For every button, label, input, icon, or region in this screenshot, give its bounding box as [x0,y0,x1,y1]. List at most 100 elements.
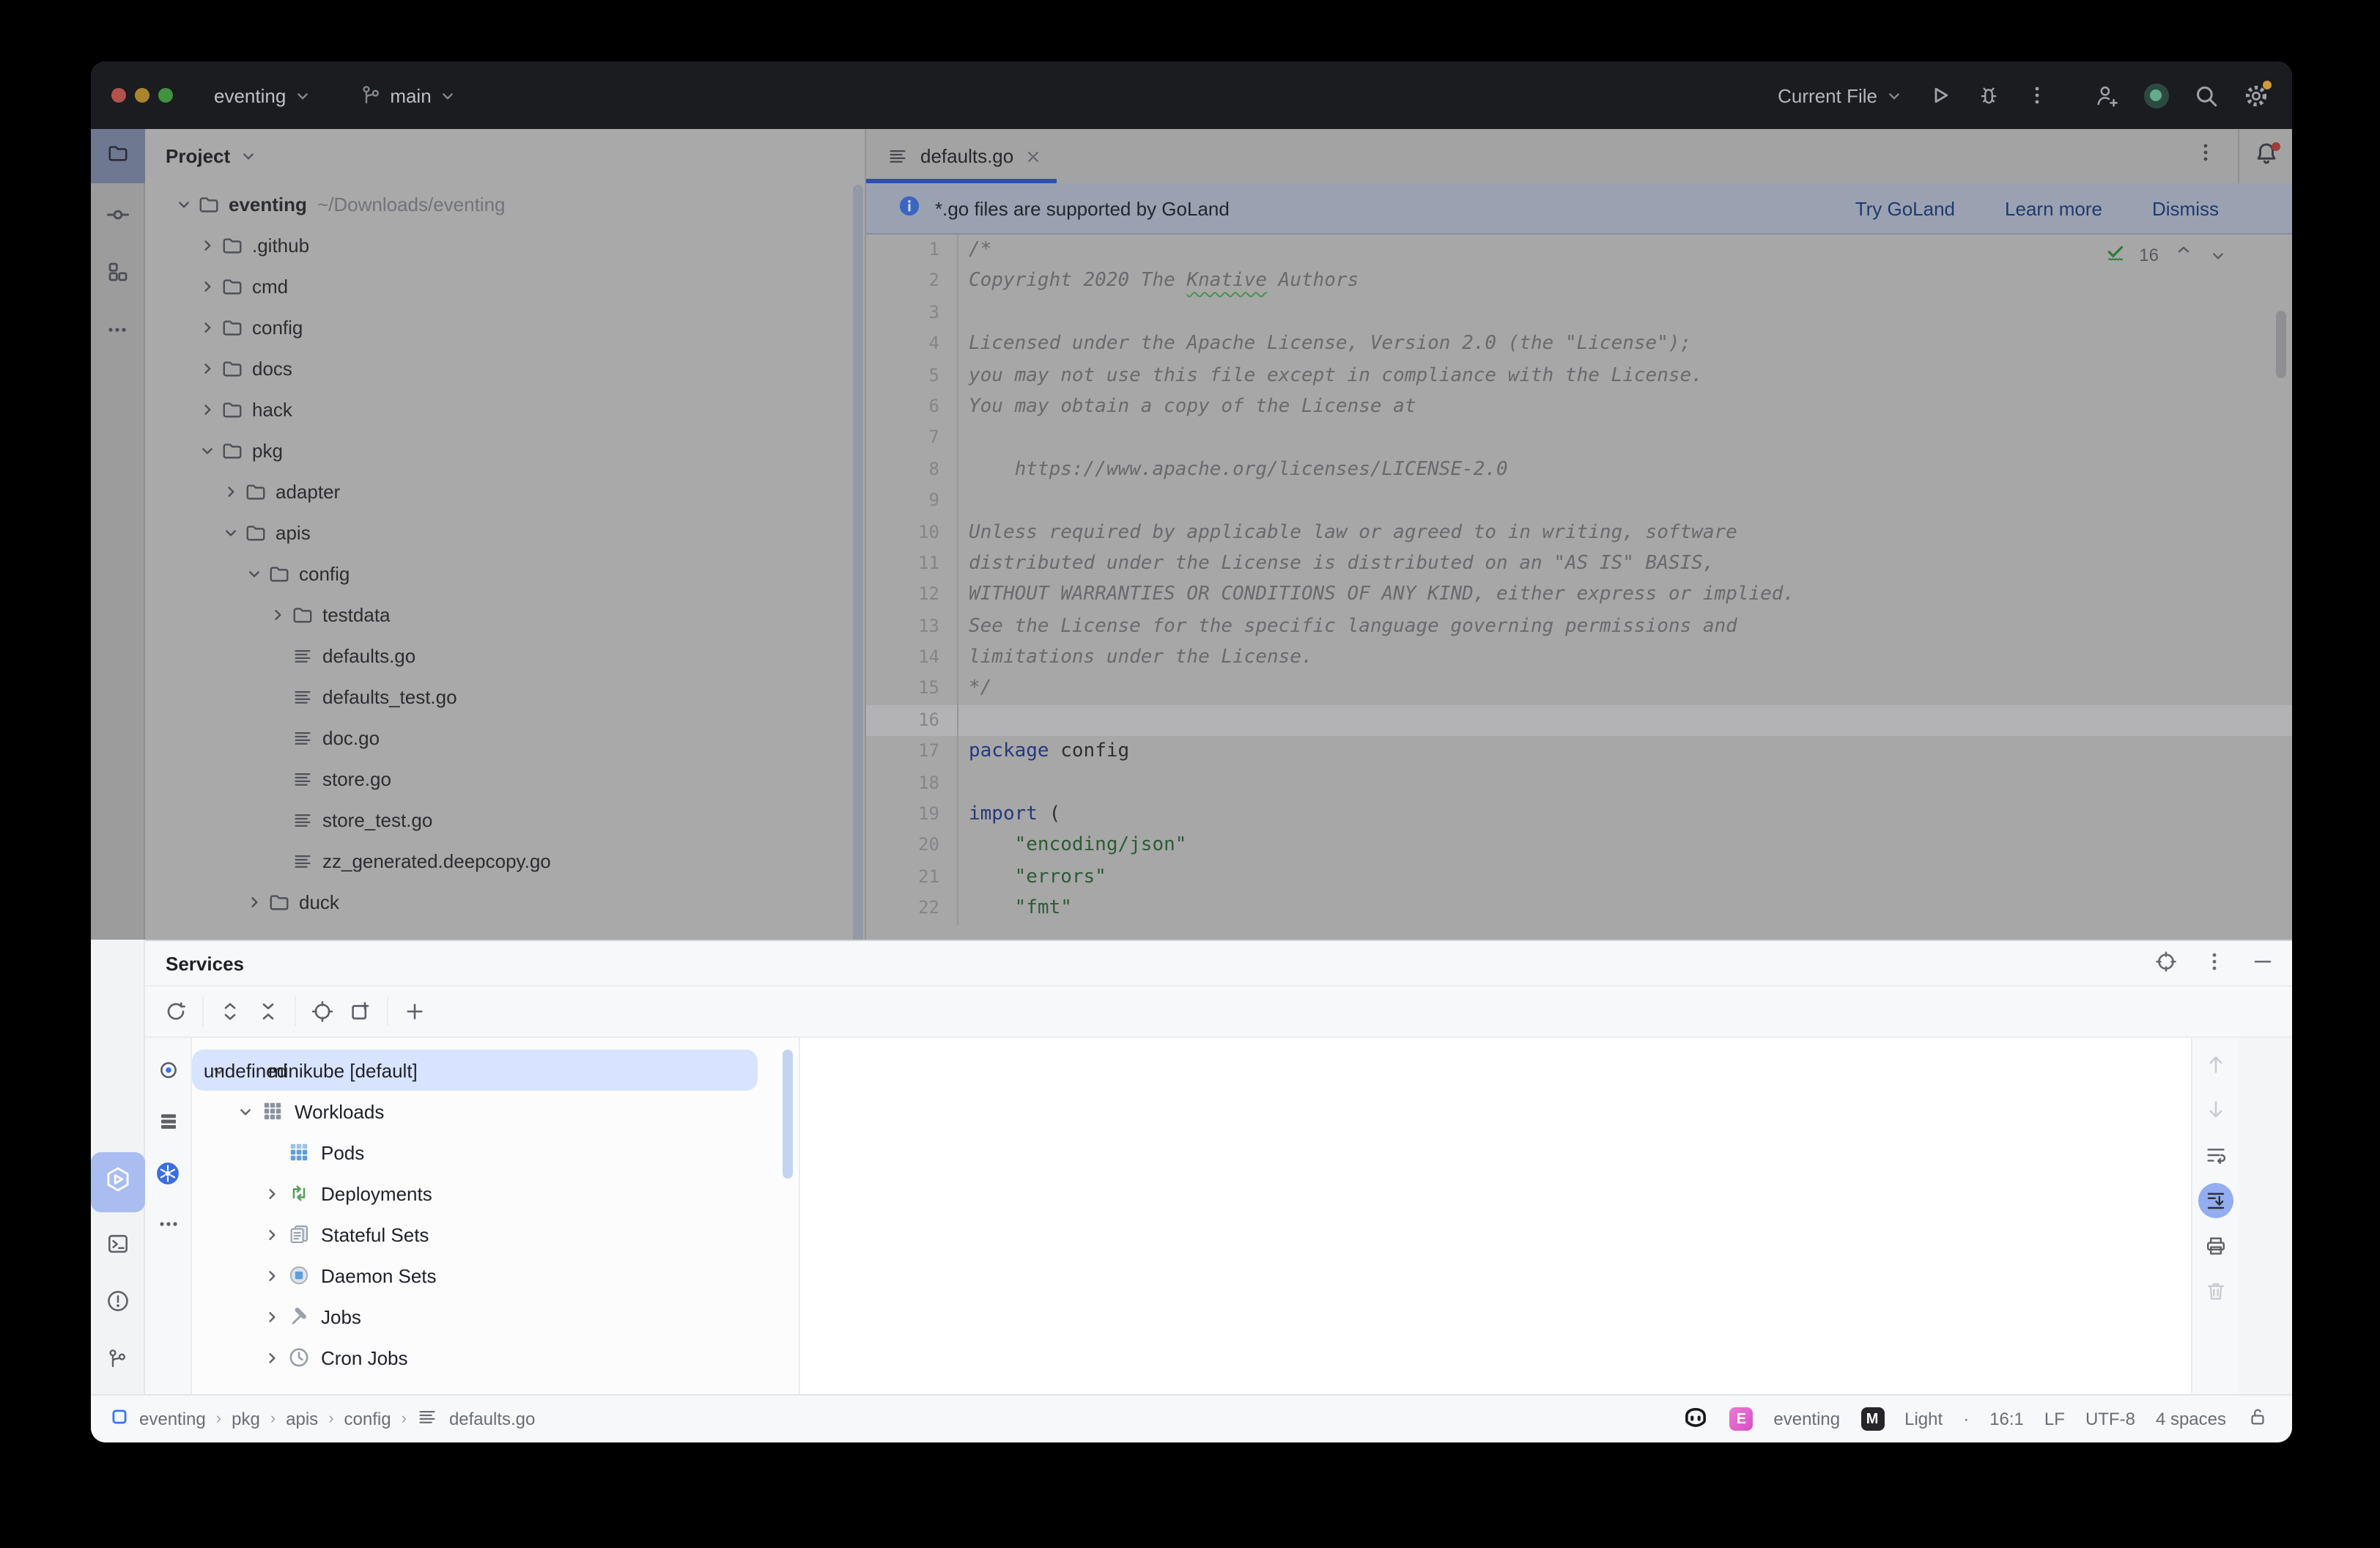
status-theme[interactable]: Light [1904,1409,1943,1429]
chevron-down-icon[interactable] [242,564,265,583]
more-actions-button[interactable] [2025,84,2049,107]
project-tree-item[interactable]: .github [145,224,865,265]
lock-icon[interactable] [2247,1406,2269,1432]
settings-button[interactable] [2244,83,2269,108]
services-tree-item[interactable]: Workloads [192,1091,799,1132]
try-goland-link[interactable]: Try GoLand [1855,197,1955,219]
dismiss-link[interactable]: Dismiss [2152,197,2219,219]
project-tree-item[interactable]: store.go [145,758,865,799]
chevron-right-icon[interactable] [265,605,289,624]
services-tree-item[interactable]: Cron Jobs [192,1337,799,1378]
more-horizontal-icon[interactable] [149,1205,187,1243]
project-tree-item[interactable]: store_test.go [145,799,865,840]
editor-scrollbar[interactable] [2276,311,2286,378]
breadcrumb-item[interactable]: config [344,1409,391,1429]
previous-problem-icon[interactable] [2172,243,2195,267]
chevron-right-icon[interactable] [195,358,218,377]
close-tab-icon[interactable] [1024,147,1041,165]
chevron-down-icon[interactable] [239,147,258,166]
next-problem-icon[interactable] [2209,246,2228,265]
notifications-button[interactable] [2238,129,2292,183]
learn-more-link[interactable]: Learn more [2005,197,2102,219]
file-encoding[interactable]: UTF-8 [2085,1409,2135,1429]
project-tree-item[interactable]: config [145,306,865,347]
code-with-me-button[interactable] [2094,83,2119,108]
up-arrow-icon[interactable] [2198,1047,2233,1082]
sidebar-item-commit[interactable] [91,196,144,240]
project-tree-item[interactable]: doc.go [145,717,865,758]
kubernetes-icon[interactable] [149,1154,187,1192]
server-icon[interactable] [149,1102,187,1140]
breadcrumb-item[interactable]: pkg [232,1409,260,1429]
project-tree-item[interactable]: adapter [145,471,865,512]
chevron-right-icon[interactable] [259,1307,284,1326]
chevron-right-icon[interactable] [242,892,265,911]
delete-icon[interactable] [2198,1274,2233,1309]
project-tree-item[interactable]: config [145,553,865,594]
services-tree-item[interactable]: Daemon Sets [192,1255,799,1296]
services-tree-item[interactable]: Stateful Sets [192,1214,799,1255]
refresh-icon[interactable] [157,992,195,1031]
profile-badge[interactable]: E [1729,1407,1753,1431]
chevron-right-icon[interactable] [259,1266,284,1285]
project-widget[interactable]: eventing [214,84,312,106]
project-tree-item[interactable]: duck [145,881,865,922]
locate-icon[interactable] [303,992,341,1031]
chevron-right-icon[interactable] [259,1348,284,1367]
project-tree-item[interactable]: docs [145,347,865,388]
chevron-right-icon[interactable] [195,276,218,295]
services-tree-item[interactable]: Jobs [192,1296,799,1337]
breadcrumb-item[interactable]: defaults.go [449,1409,535,1429]
sidebar-item-structure[interactable] [91,254,144,298]
avatar[interactable] [2144,83,2169,108]
services-tree-item[interactable]: undefinedminikube [default] [192,1050,758,1091]
chevron-right-icon[interactable] [218,482,242,501]
line-ending[interactable]: LF [2044,1409,2065,1429]
zoom-window-button[interactable] [158,88,173,103]
services-tree-item[interactable]: Deployments [192,1173,799,1214]
sidebar-more-tools[interactable] [91,311,144,355]
crosshair-icon[interactable] [2154,949,2178,977]
project-tree-item[interactable]: apis [145,512,865,553]
locate-dot-icon[interactable] [149,1051,187,1089]
breadcrumb-item[interactable]: eventing [139,1409,206,1429]
chevron-right-icon[interactable] [259,1225,284,1244]
status-context[interactable]: eventing [1773,1409,1840,1429]
debug-button[interactable] [1977,84,2000,107]
project-tree-item[interactable]: eventing~/Downloads/eventing [145,183,865,224]
services-tree-item[interactable]: Pods [192,1132,799,1173]
minimize-window-button[interactable] [135,88,149,103]
run-button[interactable] [1929,84,1952,107]
collapse-all-icon[interactable] [249,992,287,1031]
open-in-new-tab-icon[interactable] [341,992,380,1031]
sidebar-item-project[interactable] [91,129,144,183]
project-tree-item[interactable]: hack [145,388,865,430]
code-editor[interactable]: 1/*2Copyright 2020 The Knative Authors34… [866,235,2292,940]
sidebar-item-problems[interactable] [91,1283,144,1327]
sidebar-item-version-control[interactable] [91,1340,144,1384]
sidebar-item-services[interactable] [91,1152,144,1212]
add-service-icon[interactable] [396,992,434,1031]
chevron-down-icon[interactable] [218,523,242,542]
project-tree-item[interactable]: zz_generated.deepcopy.go [145,840,865,881]
project-tree-item[interactable]: pkg [145,430,865,471]
project-tree-item[interactable]: cmd [145,265,865,306]
project-scrollbar[interactable] [853,185,863,940]
run-configuration-selector[interactable]: Current File [1778,84,1904,106]
copilot-icon[interactable] [1682,1404,1709,1434]
chevron-right-icon[interactable] [195,399,218,419]
project-tree-item[interactable]: testdata [145,594,865,635]
indent-setting[interactable]: 4 spaces [2156,1409,2226,1429]
inspections-widget[interactable]: 16 [2104,242,2228,268]
theme-badge[interactable]: M [1860,1407,1884,1431]
project-tree-item[interactable]: defaults.go [145,635,865,676]
chevron-down-icon[interactable] [171,194,195,213]
search-everywhere-button[interactable] [2194,83,2219,108]
scroll-to-end-icon[interactable] [2198,1183,2233,1218]
hide-panel-icon[interactable] [2251,949,2274,977]
breadcrumb-item[interactable]: apis [286,1409,318,1429]
down-arrow-icon[interactable] [2198,1092,2233,1127]
chevron-down-icon[interactable] [195,441,218,460]
chevron-right-icon[interactable] [195,235,218,254]
chevron-right-icon[interactable] [259,1184,284,1203]
